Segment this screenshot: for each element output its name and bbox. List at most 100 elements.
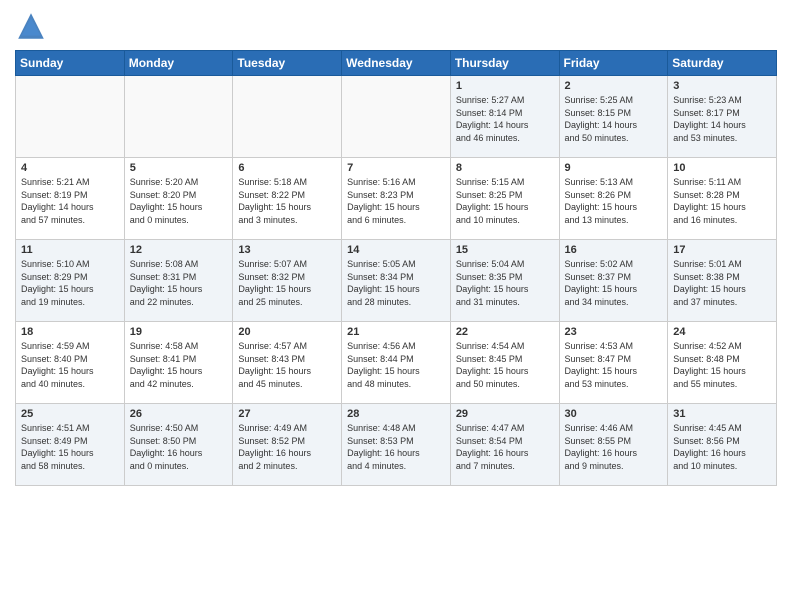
week-row-4: 18Sunrise: 4:59 AM Sunset: 8:40 PM Dayli… <box>16 322 777 404</box>
week-row-3: 11Sunrise: 5:10 AM Sunset: 8:29 PM Dayli… <box>16 240 777 322</box>
day-info: Sunrise: 5:10 AM Sunset: 8:29 PM Dayligh… <box>21 258 119 308</box>
calendar-cell: 18Sunrise: 4:59 AM Sunset: 8:40 PM Dayli… <box>16 322 125 404</box>
weekday-header-thursday: Thursday <box>450 51 559 76</box>
calendar-cell <box>233 76 342 158</box>
calendar-cell: 23 Sunrise: 4:53 AM Sunset: 8:47 PM Dayli… <box>559 322 668 404</box>
calendar-cell: 16 Sunrise: 5:02 AM Sunset: 8:37 PM Dayli… <box>559 240 668 322</box>
calendar-cell: 29Sunrise: 4:47 AM Sunset: 8:54 PM Dayli… <box>450 404 559 486</box>
day-number: 3 <box>673 80 771 92</box>
calendar-cell: 25 Sunrise: 4:51 AM Sunset: 8:49 PM Dayli… <box>16 404 125 486</box>
calendar-cell: 8 Sunrise: 5:15 AM Sunset: 8:25 PM Daylig… <box>450 158 559 240</box>
calendar-cell: 22 Sunrise: 4:54 AM Sunset: 8:45 PM Dayli… <box>450 322 559 404</box>
calendar-cell: 28 Sunrise: 4:48 AM Sunset: 8:53 PM Dayli… <box>342 404 451 486</box>
day-number: 27 <box>238 408 336 420</box>
day-number: 1 <box>456 80 554 92</box>
calendar-cell: 1 Sunrise: 5:27 AM Sunset: 8:14 PM Daylig… <box>450 76 559 158</box>
day-number: 26 <box>130 408 228 420</box>
day-info: Sunrise: 5:20 AM Sunset: 8:20 PM Dayligh… <box>130 176 228 226</box>
weekday-header-monday: Monday <box>124 51 233 76</box>
calendar-cell: 2 Sunrise: 5:25 AM Sunset: 8:15 PM Daylig… <box>559 76 668 158</box>
calendar-cell: 21 Sunrise: 4:56 AM Sunset: 8:44 PM Dayli… <box>342 322 451 404</box>
calendar-cell: 19Sunrise: 4:58 AM Sunset: 8:41 PM Dayli… <box>124 322 233 404</box>
day-info: Sunrise: 4:46 AM Sunset: 8:55 PM Dayligh… <box>565 422 663 472</box>
day-number: 30 <box>565 408 663 420</box>
day-number: 18 <box>21 326 119 338</box>
day-info: Sunrise: 5:21 AM Sunset: 8:19 PM Dayligh… <box>21 176 119 226</box>
day-info: Sunrise: 4:47 AM Sunset: 8:54 PM Dayligh… <box>456 422 554 472</box>
day-number: 2 <box>565 80 663 92</box>
day-number: 7 <box>347 162 445 174</box>
day-info: Sunrise: 4:50 AM Sunset: 8:50 PM Dayligh… <box>130 422 228 472</box>
calendar-cell: 10 Sunrise: 5:11 AM Sunset: 8:28 PM Dayli… <box>668 158 777 240</box>
day-info: Sunrise: 5:08 AM Sunset: 8:31 PM Dayligh… <box>130 258 228 308</box>
day-number: 23 <box>565 326 663 338</box>
calendar-cell: 11Sunrise: 5:10 AM Sunset: 8:29 PM Dayli… <box>16 240 125 322</box>
day-info: Sunrise: 5:11 AM Sunset: 8:28 PM Dayligh… <box>673 176 771 226</box>
page: SundayMondayTuesdayWednesdayThursdayFrid… <box>0 0 792 612</box>
day-info: Sunrise: 5:13 AM Sunset: 8:26 PM Dayligh… <box>565 176 663 226</box>
day-info: Sunrise: 4:48 AM Sunset: 8:53 PM Dayligh… <box>347 422 445 472</box>
day-number: 19 <box>130 326 228 338</box>
day-info: Sunrise: 4:49 AM Sunset: 8:52 PM Dayligh… <box>238 422 336 472</box>
calendar-cell <box>342 76 451 158</box>
calendar-cell: 24Sunrise: 4:52 AM Sunset: 8:48 PM Dayli… <box>668 322 777 404</box>
day-info: Sunrise: 4:56 AM Sunset: 8:44 PM Dayligh… <box>347 340 445 390</box>
day-number: 13 <box>238 244 336 256</box>
calendar-cell: 12 Sunrise: 5:08 AM Sunset: 8:31 PM Dayli… <box>124 240 233 322</box>
day-info: Sunrise: 4:52 AM Sunset: 8:48 PM Dayligh… <box>673 340 771 390</box>
day-info: Sunrise: 5:16 AM Sunset: 8:23 PM Dayligh… <box>347 176 445 226</box>
day-info: Sunrise: 4:57 AM Sunset: 8:43 PM Dayligh… <box>238 340 336 390</box>
day-info: Sunrise: 5:02 AM Sunset: 8:37 PM Dayligh… <box>565 258 663 308</box>
day-info: Sunrise: 5:05 AM Sunset: 8:34 PM Dayligh… <box>347 258 445 308</box>
day-number: 12 <box>130 244 228 256</box>
day-info: Sunrise: 5:25 AM Sunset: 8:15 PM Dayligh… <box>565 94 663 144</box>
day-info: Sunrise: 5:07 AM Sunset: 8:32 PM Dayligh… <box>238 258 336 308</box>
day-info: Sunrise: 5:27 AM Sunset: 8:14 PM Dayligh… <box>456 94 554 144</box>
calendar-cell: 15 Sunrise: 5:04 AM Sunset: 8:35 PM Dayli… <box>450 240 559 322</box>
week-row-2: 4 Sunrise: 5:21 AM Sunset: 8:19 PM Daylig… <box>16 158 777 240</box>
day-number: 31 <box>673 408 771 420</box>
logo <box>15 10 51 42</box>
calendar-cell: 27 Sunrise: 4:49 AM Sunset: 8:52 PM Dayli… <box>233 404 342 486</box>
day-number: 15 <box>456 244 554 256</box>
calendar-cell: 5 Sunrise: 5:20 AM Sunset: 8:20 PM Daylig… <box>124 158 233 240</box>
day-number: 25 <box>21 408 119 420</box>
calendar-cell: 9Sunrise: 5:13 AM Sunset: 8:26 PM Daylig… <box>559 158 668 240</box>
calendar-cell: 17Sunrise: 5:01 AM Sunset: 8:38 PM Dayli… <box>668 240 777 322</box>
calendar-cell <box>124 76 233 158</box>
day-info: Sunrise: 4:51 AM Sunset: 8:49 PM Dayligh… <box>21 422 119 472</box>
weekday-header-row: SundayMondayTuesdayWednesdayThursdayFrid… <box>16 51 777 76</box>
day-number: 14 <box>347 244 445 256</box>
day-number: 16 <box>565 244 663 256</box>
calendar-cell: 3 Sunrise: 5:23 AM Sunset: 8:17 PM Daylig… <box>668 76 777 158</box>
calendar-cell: 13 Sunrise: 5:07 AM Sunset: 8:32 PM Dayli… <box>233 240 342 322</box>
day-number: 4 <box>21 162 119 174</box>
calendar-table: SundayMondayTuesdayWednesdayThursdayFrid… <box>15 50 777 486</box>
day-info: Sunrise: 4:45 AM Sunset: 8:56 PM Dayligh… <box>673 422 771 472</box>
day-info: Sunrise: 5:15 AM Sunset: 8:25 PM Dayligh… <box>456 176 554 226</box>
weekday-header-friday: Friday <box>559 51 668 76</box>
calendar-cell: 30 Sunrise: 4:46 AM Sunset: 8:55 PM Dayli… <box>559 404 668 486</box>
day-number: 21 <box>347 326 445 338</box>
day-info: Sunrise: 5:04 AM Sunset: 8:35 PM Dayligh… <box>456 258 554 308</box>
week-row-5: 25 Sunrise: 4:51 AM Sunset: 8:49 PM Dayli… <box>16 404 777 486</box>
day-info: Sunrise: 5:23 AM Sunset: 8:17 PM Dayligh… <box>673 94 771 144</box>
day-number: 22 <box>456 326 554 338</box>
day-info: Sunrise: 5:18 AM Sunset: 8:22 PM Dayligh… <box>238 176 336 226</box>
day-info: Sunrise: 4:54 AM Sunset: 8:45 PM Dayligh… <box>456 340 554 390</box>
calendar-cell: 6Sunrise: 5:18 AM Sunset: 8:22 PM Daylig… <box>233 158 342 240</box>
calendar-cell <box>16 76 125 158</box>
day-number: 5 <box>130 162 228 174</box>
day-number: 20 <box>238 326 336 338</box>
logo-icon <box>15 10 47 42</box>
calendar-cell: 26 Sunrise: 4:50 AM Sunset: 8:50 PM Dayli… <box>124 404 233 486</box>
day-number: 17 <box>673 244 771 256</box>
day-info: Sunrise: 4:53 AM Sunset: 8:47 PM Dayligh… <box>565 340 663 390</box>
header <box>15 10 777 42</box>
week-row-1: 1 Sunrise: 5:27 AM Sunset: 8:14 PM Daylig… <box>16 76 777 158</box>
day-number: 8 <box>456 162 554 174</box>
calendar-cell: 20 Sunrise: 4:57 AM Sunset: 8:43 PM Dayli… <box>233 322 342 404</box>
day-number: 10 <box>673 162 771 174</box>
day-number: 28 <box>347 408 445 420</box>
weekday-header-tuesday: Tuesday <box>233 51 342 76</box>
